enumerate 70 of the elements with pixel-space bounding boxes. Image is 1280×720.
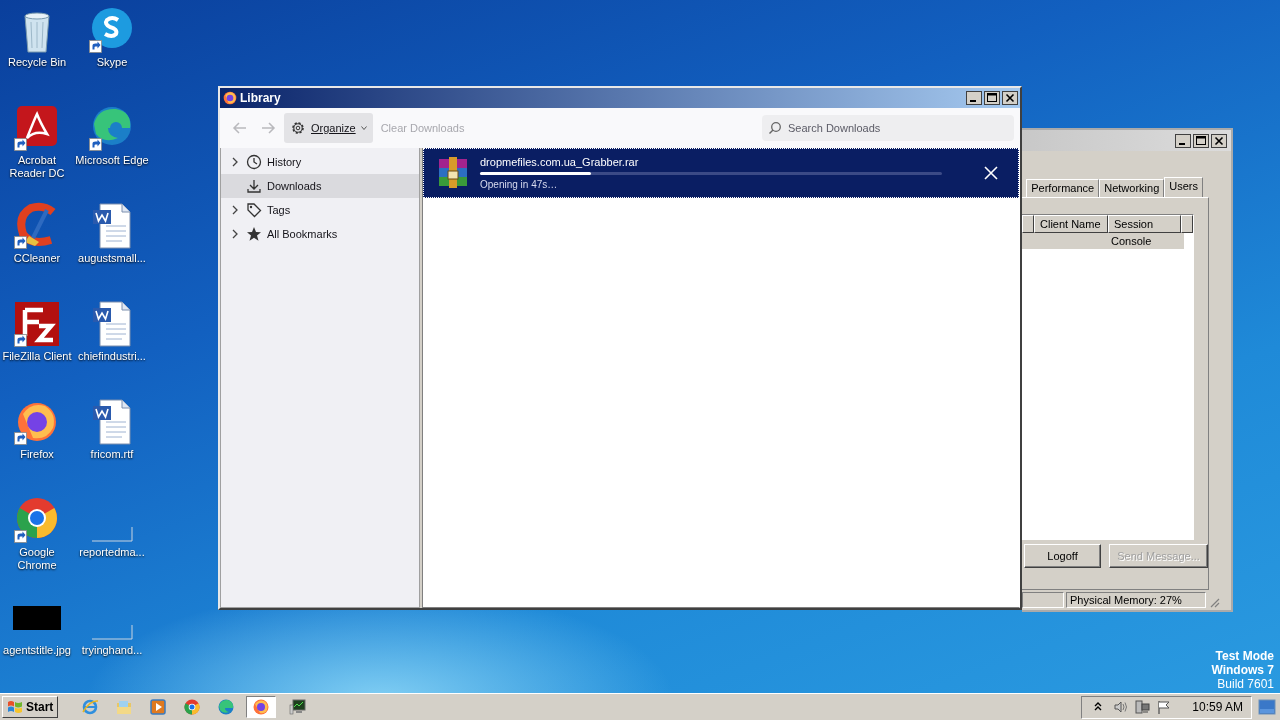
close-button[interactable] <box>1211 133 1227 148</box>
desktop-icon[interactable]: agentstitle.jpg <box>2 594 72 692</box>
maximize-button[interactable] <box>984 91 1000 105</box>
organize-button[interactable]: Organize <box>284 113 373 143</box>
file-name: dropmefiles.com.ua_Grabber.rar <box>480 156 640 168</box>
media-player-icon <box>148 698 167 716</box>
search-field[interactable]: Search Downloads <box>762 115 1014 141</box>
table-row[interactable]: Console <box>1022 233 1184 250</box>
task-manager-icon <box>287 698 306 716</box>
system-notice-text: Build 7601 <box>1216 677 1274 691</box>
clock[interactable]: 10:59 AM <box>1192 700 1243 714</box>
status-bar-text: Physical Memory: 27% <box>1066 592 1206 608</box>
caret-icon <box>360 126 367 130</box>
sidebar-item[interactable]: Tags <box>221 198 419 222</box>
logoff-button[interactable]: Logoff <box>1024 544 1102 569</box>
column-header[interactable]: Session <box>1107 215 1181 234</box>
desktop-icon[interactable]: Google Chrome <box>0 496 75 594</box>
close-button[interactable] <box>1002 91 1018 105</box>
chrome-icon <box>182 698 201 716</box>
download-icon <box>246 178 262 194</box>
maximize-button[interactable] <box>1193 133 1209 148</box>
windows-logo-icon <box>7 700 23 714</box>
tab[interactable]: Performance <box>1026 179 1100 198</box>
desktop-icon[interactable]: Firefox <box>12 398 62 496</box>
network-icon[interactable] <box>1134 699 1151 715</box>
sidebar-item[interactable]: Downloads <box>221 174 419 198</box>
tab[interactable]: Users <box>1164 177 1203 198</box>
internet-explorer-icon <box>80 698 99 716</box>
sidebar-item[interactable]: History <box>221 150 419 174</box>
minimize-button[interactable] <box>1175 133 1191 148</box>
star-icon <box>246 226 262 242</box>
desktop-icon[interactable]: Recycle Bin <box>6 6 68 104</box>
desktop-icon[interactable]: Acrobat Reader DC <box>0 104 75 202</box>
taskbar-button[interactable] <box>246 696 277 718</box>
desktop-icon[interactable]: fricom.rtf <box>87 398 137 496</box>
resize-grip-icon <box>1208 596 1220 608</box>
filezilla-icon <box>13 300 61 348</box>
clock-icon <box>246 154 262 170</box>
edge-icon <box>216 698 235 716</box>
blank-file-icon <box>91 624 133 640</box>
start-button[interactable]: Start <box>2 696 59 718</box>
gear-icon <box>290 120 306 136</box>
system-notice-text: Windows 7 <box>1211 663 1274 677</box>
firefox-icon <box>252 698 271 716</box>
sidebar-item[interactable]: All Bookmarks <box>221 222 419 246</box>
folder-icon <box>114 698 133 716</box>
tag-icon <box>246 202 262 218</box>
table-cell-text: Console <box>1111 234 1153 250</box>
desktop-icon[interactable]: chiefindustri... <box>77 300 147 398</box>
column-header[interactable]: Client Name <box>1034 215 1108 234</box>
desktop-icon[interactable]: tryinghand... <box>80 594 144 692</box>
status-bar-segment <box>1022 592 1064 608</box>
desktop-icon[interactable]: reportedma... <box>78 496 146 594</box>
download-status: Opening in 47s… <box>480 179 559 190</box>
desktop-icon[interactable]: Skype <box>87 6 137 104</box>
cancel-icon[interactable] <box>984 166 998 180</box>
window-title: Library <box>240 91 281 105</box>
desktop-icon[interactable]: CCleaner <box>12 202 62 300</box>
desktop-icon[interactable]: augustsmall... <box>77 202 147 300</box>
desktop-icon[interactable]: Microsoft Edge <box>74 104 150 202</box>
column-header[interactable] <box>1022 215 1034 234</box>
firefox-icon <box>222 90 238 106</box>
system-notice-text: Test Mode <box>1214 649 1274 663</box>
speaker-icon[interactable] <box>1112 699 1129 715</box>
archive-icon <box>436 156 470 190</box>
download-item[interactable]: dropmefiles.com.ua_Grabber.rar Opening in 47s… <box>423 148 1019 198</box>
minimize-button[interactable] <box>966 91 982 105</box>
search-icon <box>768 121 782 135</box>
desktop-icon[interactable]: FileZilla Client <box>1 300 73 398</box>
blank-file-icon <box>91 526 133 542</box>
